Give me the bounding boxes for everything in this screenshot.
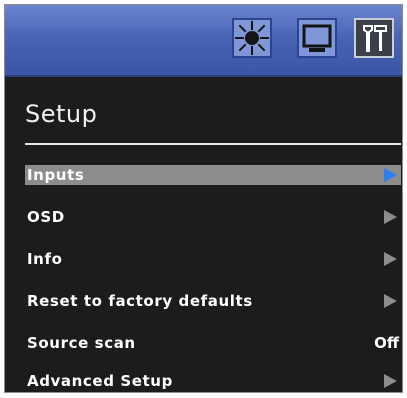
menu-tab-bar	[5, 5, 402, 77]
setup-tab[interactable]	[354, 18, 394, 58]
menu-item-info[interactable]: Info	[25, 249, 401, 269]
menu-item-label: OSD	[27, 208, 65, 226]
menu-item-label: Source scan	[27, 334, 136, 352]
header-gap	[5, 77, 402, 93]
submenu-arrow-icon	[384, 374, 397, 388]
menu-title: Setup	[25, 100, 98, 128]
menu-item-label: Reset to factory defaults	[27, 292, 253, 310]
menu-item-osd[interactable]: OSD	[25, 207, 401, 227]
brightness-icon	[232, 18, 272, 58]
source-scan-value: Off	[374, 334, 399, 352]
brightness-tab[interactable]	[232, 18, 272, 58]
menu-item-reset-factory-defaults[interactable]: Reset to factory defaults	[25, 291, 401, 311]
display-tab[interactable]	[297, 18, 337, 58]
display-icon	[297, 18, 337, 58]
menu-item-inputs[interactable]: Inputs	[25, 165, 401, 185]
menu-item-label: Inputs	[27, 166, 85, 184]
osd-menu-window: Setup Inputs OSD Info Reset to factory d…	[4, 4, 403, 393]
submenu-arrow-icon	[384, 168, 397, 182]
title-divider	[25, 143, 401, 145]
menu-item-advanced-setup[interactable]: Advanced Setup	[25, 371, 401, 391]
menu-item-label: Info	[27, 250, 63, 268]
submenu-arrow-icon	[384, 294, 397, 308]
tools-icon	[363, 25, 387, 52]
menu-item-source-scan[interactable]: Source scan Off	[25, 333, 401, 353]
submenu-arrow-icon	[384, 210, 397, 224]
menu-item-label: Advanced Setup	[27, 372, 173, 390]
submenu-arrow-icon	[384, 252, 397, 266]
